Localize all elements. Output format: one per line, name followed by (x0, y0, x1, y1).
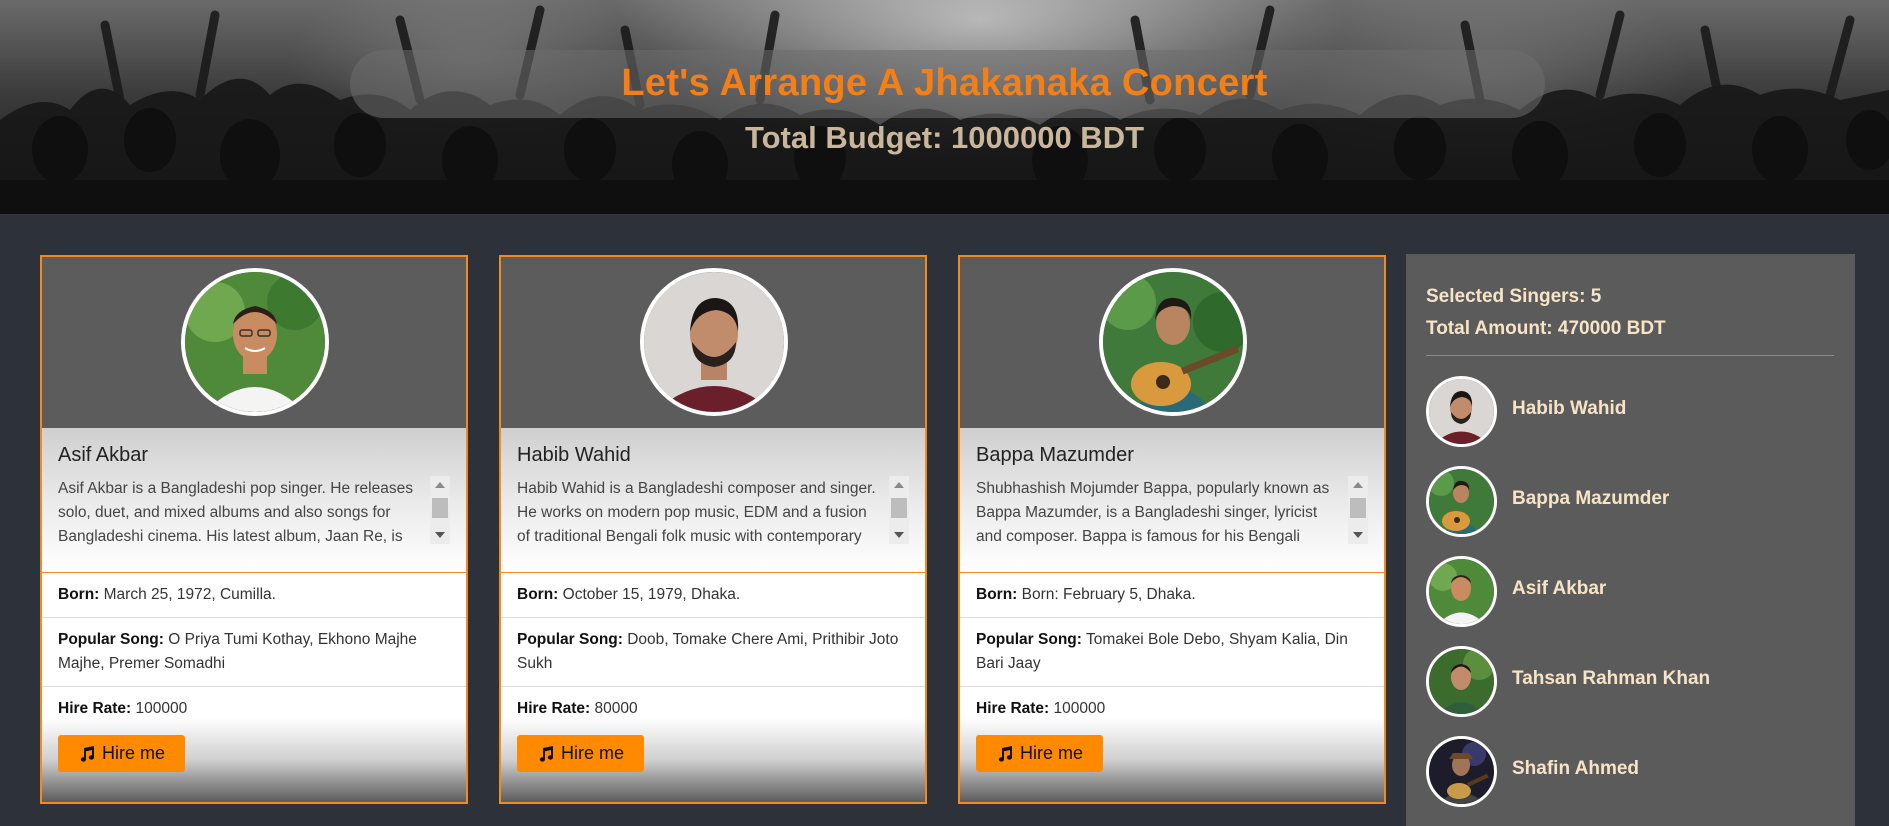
singer-description[interactable]: Shubhashish Mojumder Bappa, popularly kn… (976, 477, 1336, 549)
selected-singer-avatar (1426, 736, 1497, 807)
hire-rate-value: 100000 (1053, 700, 1106, 717)
card-body: Bappa Mazumder Shubhashish Mojumder Bapp… (960, 428, 1384, 573)
card-body: Asif Akbar Asif Akbar is a Bangladeshi p… (42, 428, 466, 573)
description-scrollbar[interactable] (1348, 476, 1368, 544)
selected-singer-item: Habib Wahid (1426, 376, 1826, 448)
hero-banner: Let's Arrange A Jhakanaka Concert Total … (0, 0, 1889, 214)
card-footer: Hire me (960, 718, 1384, 802)
born-row: Born: March 25, 1972, Cumilla. (42, 573, 466, 618)
total-amount: Total Amount: 470000 BDT (1426, 318, 1666, 339)
born-row: Born: Born: February 5, Dhaka. (960, 573, 1384, 618)
singer-photo (181, 268, 329, 416)
hire-me-label: Hire me (101, 743, 165, 763)
born-value: Born: February 5, Dhaka. (1021, 586, 1196, 603)
singer-card: Asif Akbar Asif Akbar is a Bangladeshi p… (40, 255, 468, 804)
singer-photo (640, 268, 788, 416)
scroll-thumb[interactable] (891, 498, 907, 518)
card-header (960, 257, 1384, 428)
selected-singer-avatar (1426, 556, 1497, 627)
card-header (501, 257, 925, 428)
scroll-up-arrow-icon[interactable] (435, 482, 445, 488)
singer-photo (1099, 268, 1247, 416)
singer-name: Bappa Mazumder (976, 444, 1134, 466)
scroll-up-arrow-icon[interactable] (1353, 482, 1363, 488)
summary-divider (1426, 355, 1834, 356)
hire-rate-value: 80000 (594, 700, 638, 717)
total-budget: Total Budget: 1000000 BDT (744, 120, 1145, 155)
singer-card: Habib Wahid Habib Wahid is a Bangladeshi… (499, 255, 927, 804)
hire-me-button[interactable]: Hire me (976, 735, 1103, 772)
selection-summary-panel: Selected Singers: 5 Total Amount: 470000… (1406, 254, 1855, 826)
hire-me-button[interactable]: Hire me (58, 735, 185, 772)
singer-description[interactable]: Habib Wahid is a Bangladeshi composer an… (517, 477, 877, 549)
selected-singer-name: Bappa Mazumder (1512, 488, 1670, 509)
born-row: Born: October 15, 1979, Dhaka. (501, 573, 925, 618)
scroll-down-arrow-icon[interactable] (1353, 532, 1363, 538)
hire-me-label: Hire me (1019, 743, 1083, 763)
selected-singer-item: Asif Akbar (1426, 556, 1826, 628)
born-value: March 25, 1972, Cumilla. (103, 586, 276, 603)
singer-card: Bappa Mazumder Shubhashish Mojumder Bapp… (958, 255, 1386, 804)
card-body: Habib Wahid Habib Wahid is a Bangladeshi… (501, 428, 925, 573)
singer-name: Asif Akbar (58, 444, 149, 466)
scroll-thumb[interactable] (432, 498, 448, 518)
popular-song-row: Popular Song: O Priya Tumi Kothay, Ekhon… (42, 618, 466, 687)
music-note-icon (80, 745, 94, 762)
hire-me-button[interactable]: Hire me (517, 735, 644, 772)
selected-singer-name: Tahsan Rahman Khan (1512, 668, 1711, 689)
scroll-thumb[interactable] (1350, 498, 1366, 518)
selected-singer-avatar (1426, 466, 1497, 537)
music-note-icon (998, 745, 1012, 762)
music-note-icon (539, 745, 553, 762)
card-footer: Hire me (501, 718, 925, 802)
card-footer: Hire me (42, 718, 466, 802)
popular-song-row: Popular Song: Tomakei Bole Debo, Shyam K… (960, 618, 1384, 687)
description-scrollbar[interactable] (430, 476, 450, 544)
selected-singer-name: Asif Akbar (1512, 578, 1607, 599)
selected-singer-item: Shafin Ahmed (1426, 736, 1826, 808)
card-header (42, 257, 466, 428)
scroll-down-arrow-icon[interactable] (435, 532, 445, 538)
hire-me-label: Hire me (560, 743, 624, 763)
selected-singer-name: Habib Wahid (1512, 398, 1627, 419)
hire-rate-value: 100000 (135, 700, 188, 717)
selected-singer-name: Shafin Ahmed (1512, 758, 1640, 779)
selected-singer-avatar (1426, 646, 1497, 717)
page-title: Let's Arrange A Jhakanaka Concert (621, 62, 1268, 104)
description-scrollbar[interactable] (889, 476, 909, 544)
selected-singers-count: Selected Singers: 5 (1426, 286, 1602, 307)
singer-description[interactable]: Asif Akbar is a Bangladeshi pop singer. … (58, 477, 418, 549)
popular-song-row: Popular Song: Doob, Tomake Chere Ami, Pr… (501, 618, 925, 687)
selected-singer-avatar (1426, 376, 1497, 447)
scroll-up-arrow-icon[interactable] (894, 482, 904, 488)
scroll-down-arrow-icon[interactable] (894, 532, 904, 538)
selected-singer-item: Tahsan Rahman Khan (1426, 646, 1826, 718)
singer-name: Habib Wahid (517, 444, 631, 466)
born-value: October 15, 1979, Dhaka. (562, 586, 741, 603)
selected-singer-item: Bappa Mazumder (1426, 466, 1826, 538)
